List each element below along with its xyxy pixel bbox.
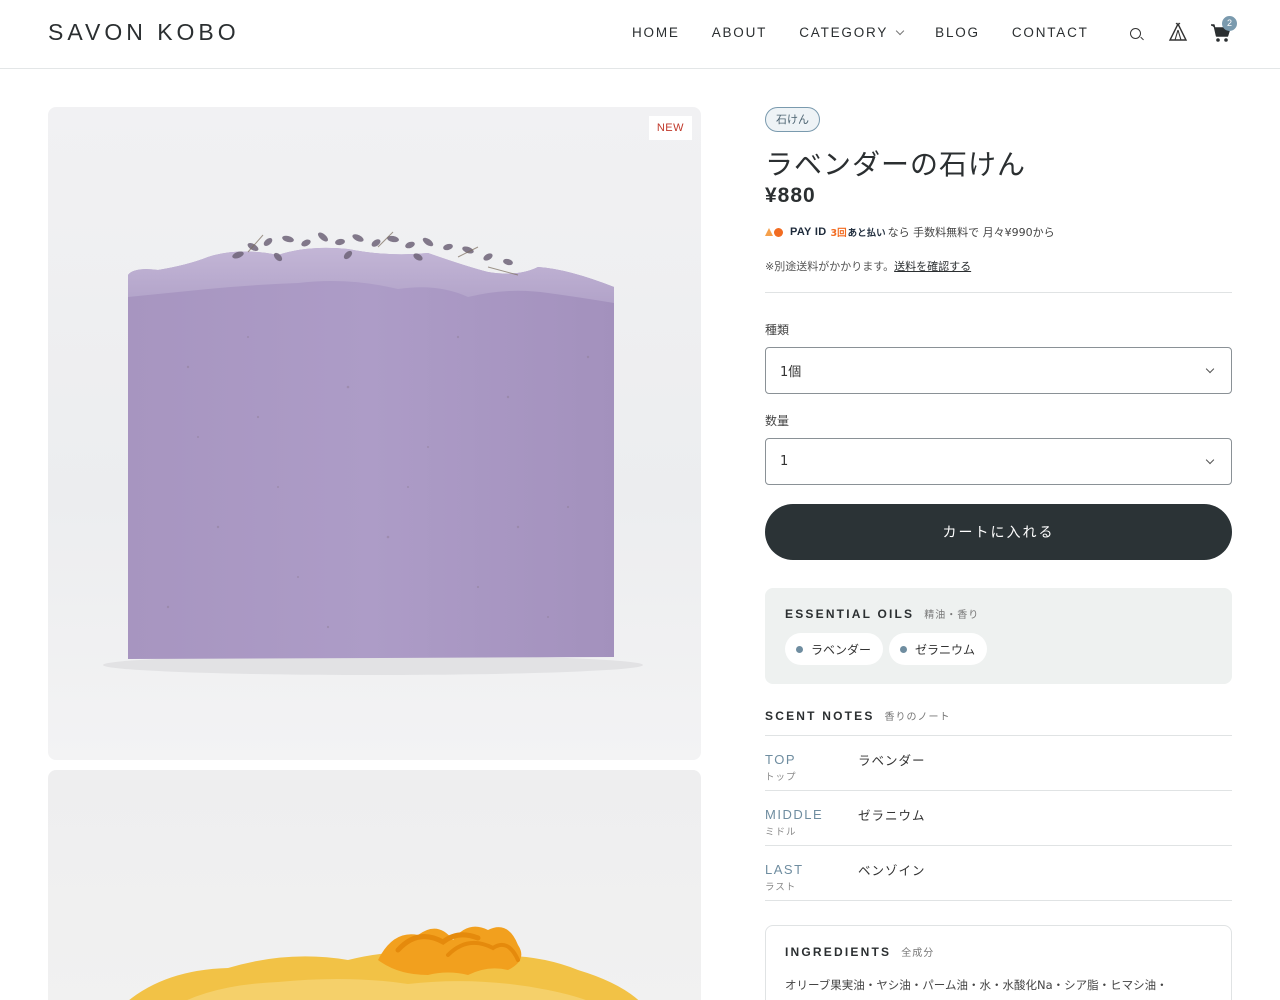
note-name-jp: ミドル (765, 827, 797, 838)
nav-contact[interactable]: CONTACT (1012, 25, 1089, 40)
note-value: ゼラニウム (858, 808, 926, 823)
search-icon[interactable] (1130, 28, 1141, 39)
scent-row-top: TOP トップ ラベンダー (765, 736, 1232, 791)
scent-row-last: LAST ラスト ベンゾイン (765, 846, 1232, 901)
ingredients-title: INGREDIENTS (785, 945, 892, 959)
nav-contact-label: CONTACT (1011, 25, 1089, 40)
scent-notes-subtitle: 香りのノート (884, 712, 951, 723)
product-price: ¥880 (765, 184, 816, 207)
nav-category[interactable]: CATEGORY (799, 25, 905, 40)
dot-icon (796, 645, 803, 653)
quantity-select[interactable]: 1 (765, 438, 1232, 485)
nav-category-label: CATEGORY (799, 25, 889, 40)
divider (765, 292, 1232, 293)
scent-notes-title: SCENT NOTES (765, 709, 875, 723)
oil-chip-label: ラベンダー (811, 642, 872, 657)
site-logo[interactable]: SAVON KOBO (48, 19, 240, 46)
oil-chips: ラベンダー ゼラニウム (785, 633, 1212, 665)
note-value: ラベンダー (858, 753, 926, 768)
shipping-link[interactable]: 送料を確認する (894, 260, 971, 273)
chevron-down-icon (1205, 455, 1215, 465)
shipping-text: ※別途送料がかかります。 (765, 260, 895, 273)
type-select-value: 1個 (780, 365, 802, 380)
product-info: 石けん ラベンダーの石けん ¥880 PAY ID 3回 あと払い なら 手数料… (765, 107, 1232, 1000)
oil-chip: ゼラニウム (889, 633, 988, 665)
payid-promo-later: あと払い (847, 228, 886, 239)
tent-icon[interactable] (1168, 22, 1188, 42)
type-select[interactable]: 1個 (765, 347, 1232, 394)
note-name-jp: ラスト (765, 882, 797, 893)
essential-oils-subtitle: 精油・香り (924, 610, 980, 621)
cart-count-badge: 2 (1222, 16, 1237, 31)
site-header: SAVON KOBO HOME ABOUT CATEGORY BLOG CONT… (0, 0, 1280, 69)
note-name: LAST (765, 862, 804, 877)
chevron-down-icon (895, 26, 905, 35)
payid-logo-icon (765, 227, 786, 237)
payid-promo-installments: 3回 (830, 228, 847, 239)
scent-row-middle: MIDDLE ミドル ゼラニウム (765, 791, 1232, 846)
type-label: 種類 (765, 323, 790, 337)
add-to-cart-button[interactable]: カートに入れる (765, 504, 1232, 560)
essential-oils-panel: ESSENTIAL OILS 精油・香り ラベンダー ゼラニウム (765, 588, 1232, 684)
shipping-note: ※別途送料がかかります。送料を確認する (765, 258, 1232, 274)
main-nav: HOME ABOUT CATEGORY BLOG CONTACT (632, 25, 1121, 40)
nav-home[interactable]: HOME (632, 25, 680, 40)
note-name: TOP (765, 752, 796, 767)
payid-banner: PAY ID 3回 あと払い なら 手数料無料で 月々¥990から (765, 224, 1232, 240)
note-name: MIDDLE (765, 807, 824, 822)
essential-oils-title: ESSENTIAL OILS (785, 607, 915, 621)
ingredients-text: オリーブ果実油・ヤシ油・パーム油・水・水酸化Na・シア脂・ヒマシ油・ (785, 978, 1168, 992)
product-title: ラベンダーの石けん (765, 148, 1027, 181)
new-badge: NEW (648, 116, 692, 140)
chevron-down-icon (1205, 364, 1215, 374)
product-image-secondary[interactable] (48, 770, 701, 1000)
note-name-jp: トップ (765, 772, 797, 783)
lavender-soap-illustration (103, 231, 643, 675)
note-value: ベンゾイン (858, 863, 926, 878)
payid-text: なら 手数料無料で 月々¥990から (887, 226, 1055, 239)
ingredients-panel: INGREDIENTS 全成分 オリーブ果実油・ヤシ油・パーム油・水・水酸化Na… (765, 925, 1232, 1000)
category-tag[interactable]: 石けん (765, 107, 820, 132)
quantity-select-value: 1 (780, 454, 789, 469)
oil-chip-label: ゼラニウム (915, 642, 976, 657)
product-image-main[interactable]: NEW (48, 107, 701, 760)
scent-notes: SCENT NOTES 香りのノート TOP トップ ラベンダー MIDDLE … (765, 708, 1232, 901)
nav-blog[interactable]: BLOG (935, 25, 980, 40)
nav-blog-label: BLOG (935, 25, 980, 40)
quantity-label: 数量 (765, 414, 790, 428)
payid-brand: PAY ID (790, 226, 827, 238)
orange-soap-illustration (129, 926, 639, 1000)
nav-about[interactable]: ABOUT (712, 25, 768, 40)
dot-icon (900, 645, 908, 653)
ingredients-subtitle: 全成分 (901, 948, 935, 959)
nav-about-label: ABOUT (711, 25, 768, 40)
nav-home-label: HOME (632, 25, 680, 40)
oil-chip: ラベンダー (785, 633, 884, 665)
